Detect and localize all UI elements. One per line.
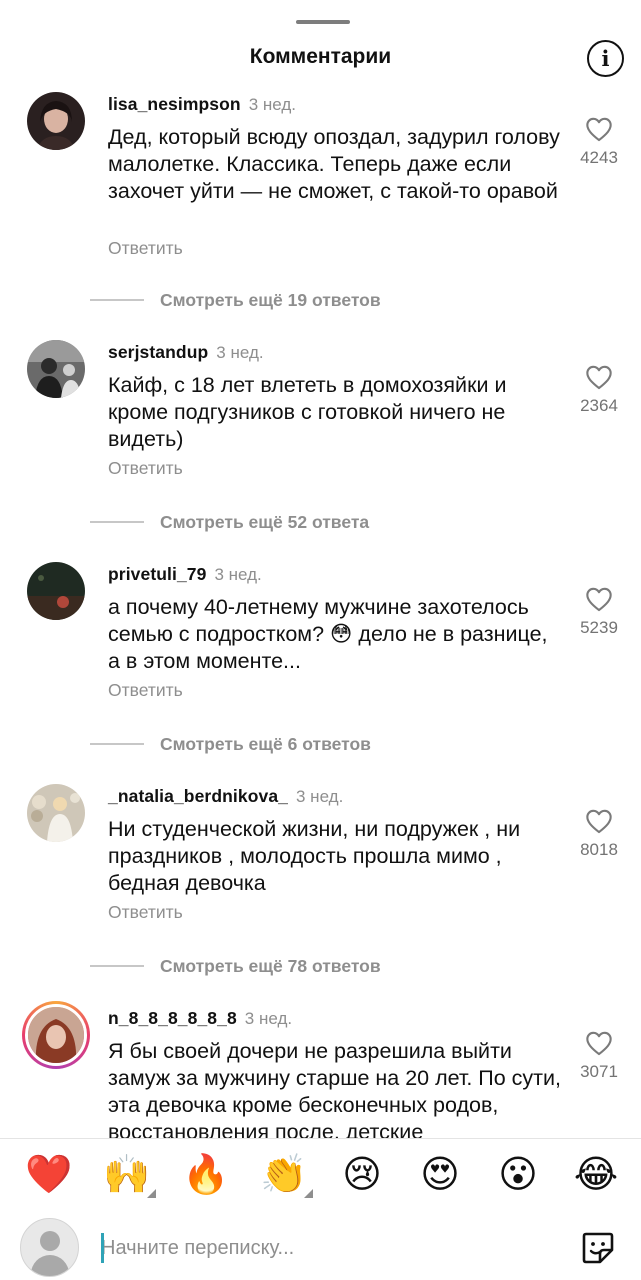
reaction-laughing[interactable]: 😂	[571, 1150, 621, 1200]
username[interactable]: lisa_nesimpson	[108, 94, 241, 114]
reply-button[interactable]: Ответить	[108, 902, 183, 923]
replies-divider	[90, 299, 144, 301]
view-replies-label: Смотреть ещё 19 ответов	[160, 289, 381, 310]
skin-tone-indicator	[147, 1189, 156, 1198]
timestamp: 3 нед.	[296, 787, 344, 806]
comment-text: Ни студенческой жизни, ни подружек , ни …	[108, 817, 521, 895]
like-button[interactable]: 4243	[560, 116, 638, 168]
username[interactable]: n_8_8_8_8_8_8	[108, 1008, 237, 1028]
heart-icon	[586, 587, 612, 612]
comment-input[interactable]	[101, 1232, 551, 1264]
reaction-crying[interactable]: 😢	[337, 1150, 387, 1200]
heart-icon	[586, 1031, 612, 1056]
comments-list[interactable]: lisa_nesimpson 3 нед. Дед, который всюду …	[0, 84, 641, 1138]
drag-handle[interactable]	[296, 20, 350, 24]
comment-text: Я бы своей дочери не разрешила выйти зам…	[108, 1039, 561, 1138]
avatar[interactable]	[27, 562, 85, 620]
view-replies-button[interactable]: Смотреть ещё 19 ответов	[90, 288, 381, 312]
quick-reactions-bar: ❤️ 🙌 🔥 👏 😢 😍 😮 😂	[0, 1150, 641, 1208]
reply-button[interactable]: Ответить	[108, 458, 183, 479]
comment-composer	[0, 1214, 641, 1280]
replies-divider	[90, 965, 144, 967]
avatar-head-shape	[40, 1231, 60, 1251]
reaction-clapping-glyph: 👏	[260, 1154, 308, 1196]
view-replies-button[interactable]: Смотреть ещё 78 ответов	[90, 954, 381, 978]
like-button[interactable]: 5239	[560, 586, 638, 638]
timestamp: 3 нед.	[244, 1009, 293, 1028]
comment-meta: serjstandup 3 нед.	[108, 340, 264, 365]
reaction-surprised[interactable]: 😮	[493, 1150, 543, 1200]
timestamp: 3 нед.	[248, 95, 296, 114]
username[interactable]: privetuli_79	[108, 564, 206, 584]
avatar[interactable]	[27, 784, 85, 842]
avatar-body-shape	[31, 1255, 69, 1276]
comment-text: Дед, который всюду опоздал, задурил голо…	[108, 125, 560, 203]
avatar[interactable]	[27, 340, 85, 398]
reaction-raised-hands[interactable]: 🙌	[102, 1150, 156, 1200]
reaction-clapping[interactable]: 👏	[259, 1150, 313, 1200]
avatar[interactable]	[27, 92, 85, 150]
like-count: 5239	[580, 618, 618, 637]
heart-icon	[586, 365, 612, 390]
replies-divider	[90, 521, 144, 523]
view-replies-label: Смотреть ещё 78 ответов	[160, 955, 381, 976]
text-caret	[101, 1233, 104, 1263]
like-button[interactable]: 3071	[560, 1030, 638, 1082]
comment-meta: privetuli_79 3 нед.	[108, 562, 262, 587]
like-count: 2364	[580, 396, 618, 415]
sheet-title: Комментарии	[249, 45, 392, 68]
view-replies-button[interactable]: Смотреть ещё 6 ответов	[90, 732, 371, 756]
heart-icon	[586, 809, 612, 834]
username[interactable]: _natalia_berdnikova_	[108, 786, 288, 806]
timestamp: 3 нед.	[214, 565, 262, 584]
replies-divider	[90, 743, 144, 745]
like-button[interactable]: 8018	[560, 808, 638, 860]
comments-sheet: Комментарии i lisa_nesimpson 3 нед. Дед, …	[0, 0, 641, 1280]
like-count: 3071	[580, 1062, 618, 1081]
like-count: 4243	[580, 148, 618, 167]
view-replies-label: Смотреть ещё 6 ответов	[160, 733, 371, 754]
like-count: 8018	[580, 840, 618, 859]
sticker-icon[interactable]	[580, 1230, 616, 1266]
view-replies-label: Смотреть ещё 52 ответа	[160, 511, 370, 532]
composer-divider	[0, 1138, 641, 1139]
comment-text: а почему 40-летнему мужчине захотелось с…	[108, 595, 548, 673]
view-replies-button[interactable]: Смотреть ещё 52 ответа	[90, 510, 369, 534]
username[interactable]: serjstandup	[108, 342, 208, 362]
comment-text: Кайф, с 18 лет влететь в домохозяйки и к…	[108, 373, 507, 451]
heart-icon	[586, 117, 612, 142]
reply-button[interactable]: Ответить	[108, 238, 183, 259]
avatar-story-ring[interactable]	[22, 1001, 90, 1069]
reaction-heart[interactable]: ❤️	[24, 1150, 74, 1200]
like-button[interactable]: 2364	[560, 364, 638, 416]
comment-meta: n_8_8_8_8_8_8 3 нед.	[108, 1006, 292, 1031]
my-avatar	[20, 1218, 79, 1277]
reply-button[interactable]: Ответить	[108, 680, 183, 701]
reaction-raised-hands-glyph: 🙌	[103, 1154, 151, 1196]
reaction-fire[interactable]: 🔥	[181, 1150, 231, 1200]
skin-tone-indicator	[304, 1189, 313, 1198]
comment-meta: lisa_nesimpson 3 нед.	[108, 92, 296, 117]
avatar	[25, 1004, 87, 1066]
comment-meta: _natalia_berdnikova_ 3 нед.	[108, 784, 343, 809]
info-icon[interactable]: i	[587, 40, 624, 77]
reaction-heart-eyes[interactable]: 😍	[415, 1150, 465, 1200]
timestamp: 3 нед.	[216, 343, 264, 362]
